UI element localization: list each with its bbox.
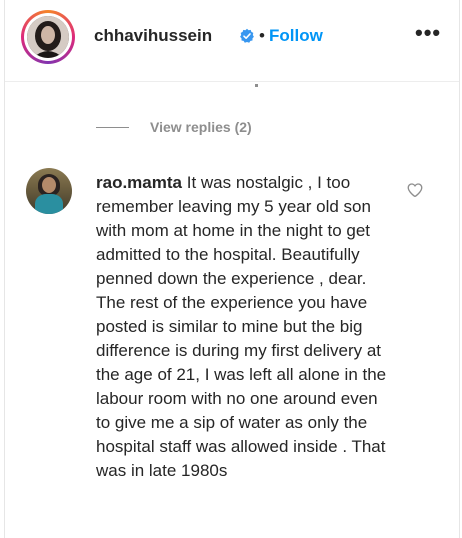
comment-body: rao.mamta It was nostalgic , I too remem… (96, 171, 392, 483)
heart-outline-icon[interactable] (406, 181, 424, 199)
post-header: chhavihussein • Follow ••• (5, 0, 459, 87)
comment-author-avatar[interactable] (26, 168, 72, 214)
profile-avatar[interactable] (21, 10, 75, 64)
post-author-username[interactable]: chhavihussein (94, 26, 212, 46)
avatar-ring-inner (24, 13, 72, 61)
previous-comment-clipped-text (241, 80, 261, 90)
view-replies-button[interactable]: View replies (2) (96, 118, 252, 136)
more-options-icon[interactable]: ••• (415, 20, 441, 46)
view-replies-label: View replies (2) (150, 119, 252, 135)
comment-author-username[interactable]: rao.mamta (96, 173, 182, 192)
avatar-portrait-image (27, 16, 69, 58)
post-comments-panel: chhavihussein • Follow ••• View replies … (4, 0, 460, 538)
avatar-photo (27, 16, 69, 58)
follow-button[interactable]: Follow (269, 26, 323, 46)
avatar-face (42, 177, 56, 193)
header-separator: • (259, 26, 265, 45)
avatar-body (35, 194, 63, 214)
view-replies-divider (96, 126, 129, 128)
comment-text: It was nostalgic , I too remember leavin… (96, 173, 387, 480)
verified-badge-icon (240, 28, 254, 43)
